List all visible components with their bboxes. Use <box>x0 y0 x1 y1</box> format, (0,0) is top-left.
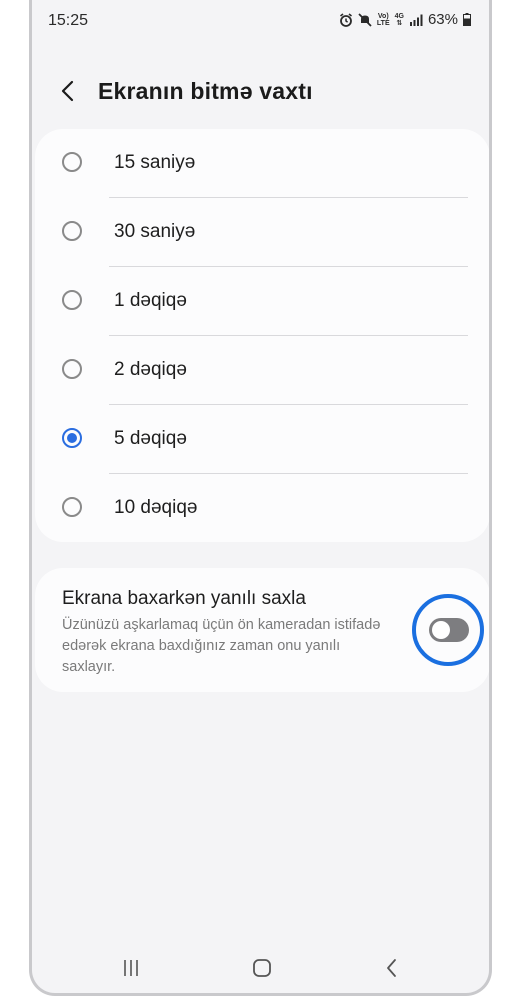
home-icon[interactable] <box>247 953 277 983</box>
back-icon[interactable] <box>377 953 407 983</box>
option-1-minute[interactable]: 1 dəqiqə <box>35 267 489 336</box>
keep-screen-on-description: Üzünüzü aşkarlamaq üçün ön kameradan ist… <box>62 617 381 675</box>
timeout-options-card: 15 saniyə 30 saniyə 1 dəqiqə 2 dəqiqə 5 … <box>35 129 489 543</box>
keep-screen-on-title: Ekrana baxarkən yanılı saxla <box>62 588 306 609</box>
network-label: 4G <box>394 12 404 20</box>
keep-screen-on-toggle[interactable] <box>429 618 469 642</box>
option-label: 2 dəqiqə <box>114 359 187 380</box>
option-30-seconds[interactable]: 30 saniyə <box>35 198 489 267</box>
status-icons: Vo) LTE 4G ⇅ 63% <box>339 11 471 28</box>
radio-button[interactable] <box>62 290 82 310</box>
option-label: 1 dəqiqə <box>114 290 187 311</box>
keep-screen-on-card[interactable]: Ekrana baxarkən yanılı saxla Üzünüzü aşk… <box>35 568 489 692</box>
recents-icon[interactable] <box>116 953 146 983</box>
volte-line1: Vo) <box>377 12 389 20</box>
highlight-circle <box>412 594 484 666</box>
signal-icon <box>409 14 423 26</box>
toggle-knob <box>432 621 450 639</box>
page-title: Ekranın bitmə vaxtı <box>98 78 313 104</box>
option-15-seconds[interactable]: 15 saniyə <box>35 129 489 198</box>
phone-screen: 15:25 Vo) LTE 4G ⇅ 63% Ekranın bitmə vax… <box>29 0 492 996</box>
back-arrow-icon[interactable] <box>54 76 84 106</box>
mute-icon <box>358 12 372 27</box>
volte-icon: Vo) LTE <box>377 13 390 27</box>
alarm-icon <box>339 12 352 27</box>
radio-button-selected[interactable] <box>62 428 82 448</box>
radio-button[interactable] <box>62 497 82 517</box>
data-arrows: ⇅ <box>396 19 403 27</box>
battery-percent: 63% <box>427 11 458 28</box>
status-time: 15:25 <box>48 12 89 29</box>
option-10-minutes[interactable]: 10 dəqiqə <box>35 474 489 543</box>
4g-icon: 4G ⇅ <box>395 13 404 27</box>
radio-button[interactable] <box>62 221 82 241</box>
option-2-minutes[interactable]: 2 dəqiqə <box>35 336 489 405</box>
option-label: 5 dəqiqə <box>114 428 187 449</box>
option-5-minutes[interactable]: 5 dəqiqə <box>35 405 489 474</box>
header: Ekranın bitmə vaxtı <box>32 72 489 112</box>
battery-icon <box>463 13 471 26</box>
radio-button[interactable] <box>62 152 82 172</box>
option-label: 10 dəqiqə <box>114 497 198 518</box>
option-label: 15 saniyə <box>114 152 196 173</box>
radio-button[interactable] <box>62 359 82 379</box>
option-label: 30 saniyə <box>114 221 196 242</box>
status-bar: 15:25 Vo) LTE 4G ⇅ 63% <box>32 0 489 40</box>
navigation-bar <box>32 943 489 993</box>
volte-line2: LTE <box>376 19 390 27</box>
